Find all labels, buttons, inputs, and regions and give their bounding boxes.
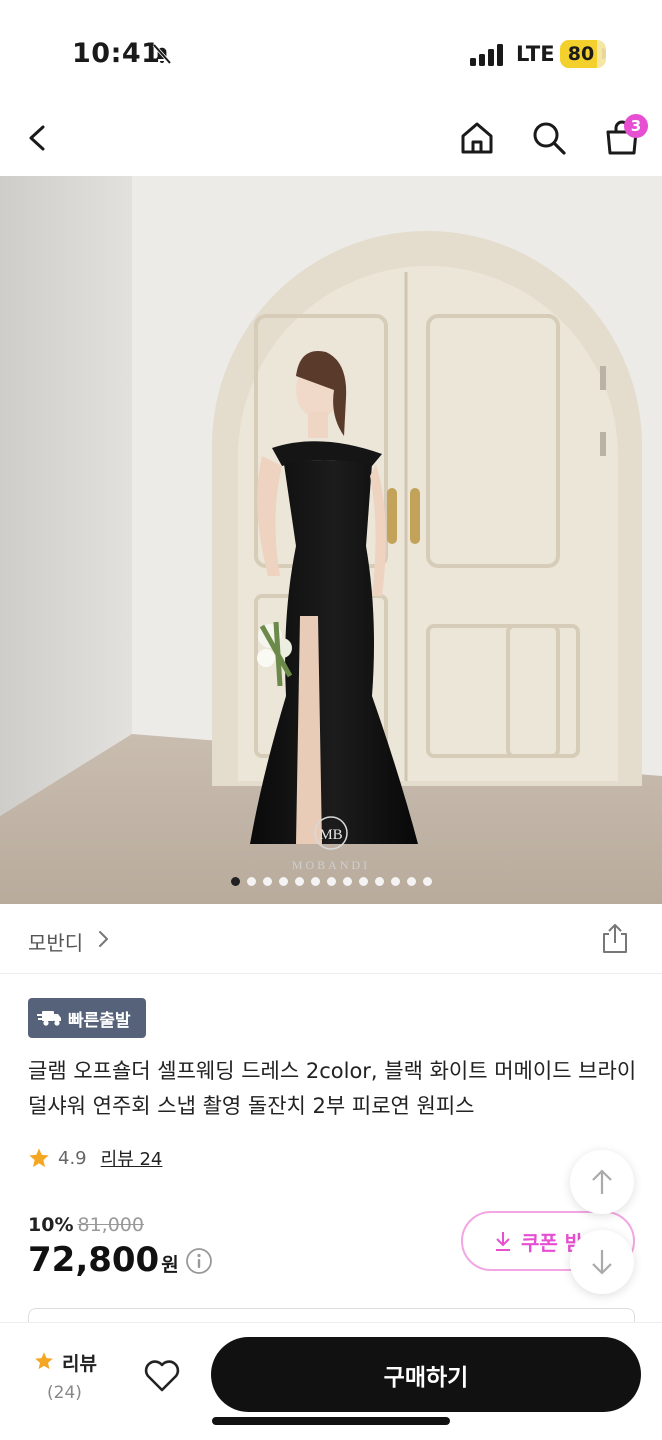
review-tab-label: 리뷰 [62, 1353, 97, 1375]
status-time: 10:41 [72, 38, 161, 69]
battery-nub [602, 48, 606, 59]
price-row: 72,800 원 [28, 1240, 213, 1280]
gallery-dot[interactable] [374, 877, 384, 886]
arrow-down-icon [592, 1250, 612, 1275]
status-bar: 10:41 LTE 80 [0, 0, 662, 100]
battery-icon: 80 [560, 40, 606, 68]
review-link[interactable]: 리뷰 24 [101, 1145, 163, 1171]
product-photo: MB MOBANDI [0, 176, 662, 904]
heart-icon [144, 1360, 180, 1392]
info-icon[interactable] [185, 1247, 213, 1275]
brand-logo-text: MOBANDI [292, 858, 370, 872]
truck-icon [37, 1011, 61, 1026]
gallery-dot[interactable] [262, 877, 272, 886]
gallery-dot[interactable] [390, 877, 400, 886]
network-label: LTE [516, 42, 555, 66]
product-image-gallery[interactable]: MB MOBANDI [0, 176, 662, 904]
product-title: 글램 오프숄더 셀프웨딩 드레스 2color, 블랙 화이트 머메이드 브라이… [28, 1059, 637, 1118]
sale-price: 72,800 [28, 1240, 160, 1280]
gallery-dot[interactable] [310, 877, 320, 886]
search-icon [533, 122, 566, 155]
cart-count-badge: 3 [624, 114, 648, 138]
wishlist-button[interactable] [140, 1353, 184, 1397]
home-icon [461, 122, 493, 154]
gallery-dot[interactable] [422, 877, 432, 886]
search-button[interactable] [525, 114, 573, 162]
battery-level: 80 [567, 43, 595, 65]
fast-shipping-label: 빠른출발 [68, 1010, 131, 1031]
signal-icon [470, 44, 503, 66]
original-price: 81,000 [77, 1214, 144, 1236]
rating-row: 4.9 리뷰 24 [28, 1144, 162, 1172]
back-button[interactable] [14, 114, 62, 162]
gallery-dot[interactable] [246, 877, 256, 886]
scroll-to-bottom-button[interactable] [570, 1230, 634, 1294]
gallery-dot[interactable] [294, 877, 304, 886]
gallery-dot[interactable] [342, 877, 352, 886]
top-nav [0, 100, 662, 176]
chevron-right-icon [99, 931, 108, 947]
brand-link[interactable]: 모반디 [28, 927, 83, 956]
bell-off-icon [152, 43, 172, 65]
gallery-dot[interactable] [326, 877, 336, 886]
gallery-dot[interactable] [278, 877, 288, 886]
home-indicator [212, 1417, 450, 1425]
discount-percent: 10% [28, 1214, 74, 1236]
gallery-pagination [0, 877, 662, 891]
gallery-dot[interactable] [230, 877, 240, 886]
review-tab-count: (24) [47, 1383, 82, 1403]
scroll-to-top-button[interactable] [570, 1150, 634, 1214]
discount-row: 10% 81,000 [28, 1214, 144, 1236]
download-icon [496, 1232, 510, 1251]
fast-shipping-badge: 빠른출발 [28, 998, 146, 1038]
home-button[interactable] [453, 114, 501, 162]
brand-row: 모반디 [0, 904, 662, 974]
review-tab-button[interactable]: 리뷰 (24) [30, 1345, 104, 1405]
back-icon [29, 125, 45, 151]
share-icon [603, 924, 627, 953]
buy-button[interactable]: 구매하기 [211, 1337, 641, 1412]
gallery-dot[interactable] [358, 877, 368, 886]
share-button[interactable] [598, 922, 632, 956]
currency-label: 원 [161, 1254, 179, 1276]
star-icon [29, 1148, 49, 1167]
gallery-dot[interactable] [406, 877, 416, 886]
arrow-up-icon [592, 1169, 612, 1194]
brand-logo-mark: MB [319, 827, 342, 843]
rating-value: 4.9 [58, 1147, 87, 1169]
star-icon [35, 1352, 53, 1370]
